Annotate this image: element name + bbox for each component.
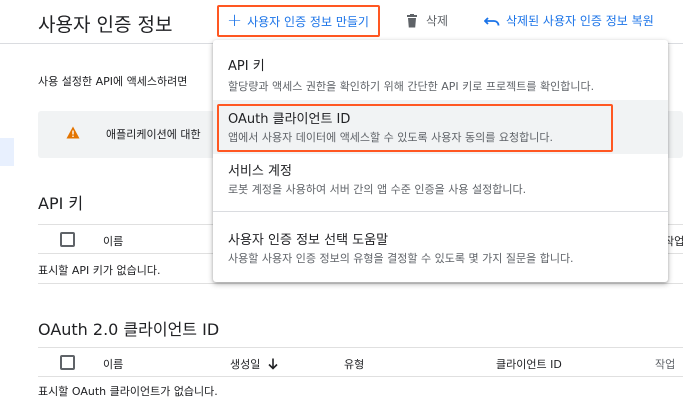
column-name[interactable]: 이름 [103,356,123,372]
menu-item-api-key[interactable]: API 키 할당량과 액세스 권한을 확인하기 위해 간단한 API 키로 프로… [213,40,668,100]
menu-item-help-me-choose[interactable]: 사용자 인증 정보 선택 도움말 사용할 사용자 인증 정보의 유형을 결정할 … [213,212,668,282]
column-name[interactable]: 이름 [103,233,123,249]
left-rail-selected[interactable] [0,138,14,166]
page-title: 사용자 인증 정보 [38,14,173,36]
menu-item-service-account[interactable]: 서비스 계정 로봇 계정을 사용하여 서버 간의 앱 수준 인증을 사용 설정합… [213,154,668,211]
undo-icon [484,16,500,26]
left-rail [0,0,18,401]
delete-button[interactable]: 삭제 [406,12,448,29]
column-client-id[interactable]: 클라이언트 ID [496,356,562,372]
restore-deleted-button[interactable]: 삭제된 사용자 인증 정보 복원 [484,12,654,29]
arrow-down-icon [268,358,278,370]
create-credentials-label: 사용자 인증 정보 만들기 [247,14,369,29]
delete-label: 삭제 [426,14,449,28]
warning-text: 애플리케이션에 대한 [106,128,201,141]
column-actions: 작업 [655,358,676,371]
create-credentials-menu: API 키 할당량과 액세스 권한을 확인하기 위해 간단한 API 키로 프로… [213,40,668,282]
api-keys-select-all-checkbox[interactable] [60,232,75,247]
oauth-table-header: 이름 생성일 유형 클라이언트 ID 작업 [38,347,683,377]
menu-item-title: 서비스 계정 [228,164,292,179]
api-keys-title: API 키 [38,194,84,213]
intro-text: 사용 설정한 API에 액세스하려면 [38,75,188,88]
oauth-select-all-checkbox[interactable] [60,355,75,370]
page-header: 사용자 인증 정보 + 사용자 인증 정보 만들기 삭제 삭제된 사용자 인증 … [0,0,683,44]
menu-item-desc: 사용할 사용자 인증 정보의 유형을 결정할 수 있도록 몇 가지 질문을 합니… [228,252,574,265]
trash-icon [407,13,417,27]
menu-item-title: API 키 [228,59,265,74]
menu-item-title: 사용자 인증 정보 선택 도움말 [228,233,389,248]
menu-item-desc: 로봇 계정을 사용하여 서버 간의 앱 수준 인증을 사용 설정합니다. [228,183,527,196]
oauth-highlight-box [217,104,613,152]
column-created-label: 생성일 [230,358,261,371]
plus-icon: + [227,10,243,31]
oauth-empty-message: 표시할 OAuth 클라이언트가 없습니다. [38,385,218,398]
row-divider [38,283,683,284]
oauth-title: OAuth 2.0 클라이언트 ID [38,320,220,339]
create-credentials-button[interactable]: + 사용자 인증 정보 만들기 [217,5,380,37]
column-type[interactable]: 유형 [344,356,364,372]
menu-item-desc: 할당량과 액세스 권한을 확인하기 위해 간단한 API 키로 프로젝트를 확인… [228,80,595,93]
restore-label: 삭제된 사용자 인증 정보 복원 [506,14,654,28]
column-created[interactable]: 생성일 [230,356,278,372]
warning-icon [66,126,80,139]
api-keys-empty-message: 표시할 API 키가 없습니다. [38,264,161,277]
